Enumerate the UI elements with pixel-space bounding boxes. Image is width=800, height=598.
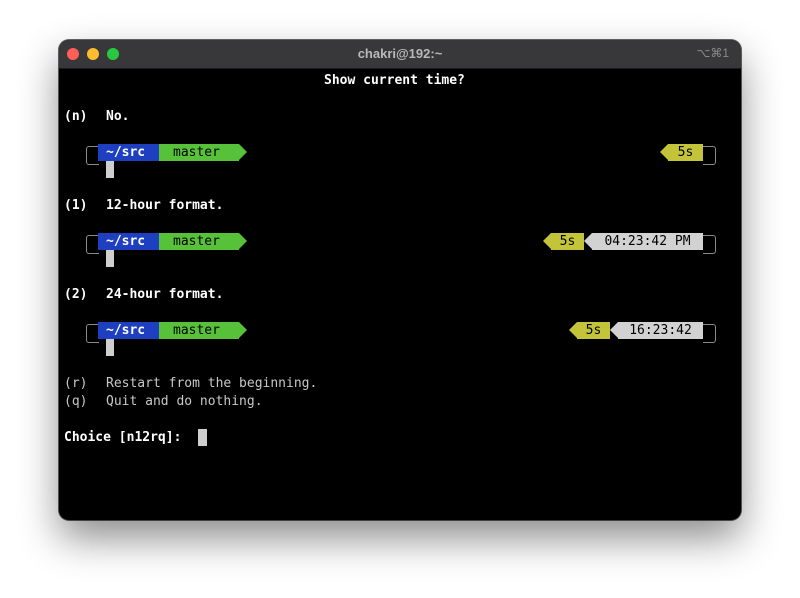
window-title: chakri@192:~ [357, 46, 443, 61]
input-cursor[interactable] [198, 429, 207, 446]
option-label: No. [106, 109, 130, 124]
tab-shortcut: ⌥⌘1 [696, 46, 729, 60]
branch-segment: master [159, 144, 239, 161]
prompt-frame-right [703, 235, 716, 254]
dir-segment: ~/src [98, 233, 167, 250]
branch-segment: master [159, 233, 239, 250]
time-segment: 16:23:42 [618, 322, 703, 339]
option-label: 12-hour format. [106, 198, 224, 213]
dir-segment: ~/src [98, 144, 167, 161]
segment-separator [660, 144, 668, 160]
choice-prompt: Choice [n12rq]: [64, 430, 182, 445]
terminal-window: chakri@192:~ ⌥⌘1 Show current time? (n) … [59, 40, 741, 520]
segment-separator [239, 233, 247, 249]
segment-separator [239, 144, 247, 160]
segment-separator [584, 233, 592, 249]
cursor [106, 161, 114, 178]
segment-separator [239, 322, 247, 338]
terminal-output[interactable]: Show current time? (n) No. ~/src master … [59, 68, 741, 520]
prompt-frame-right [703, 146, 716, 165]
cursor [106, 250, 114, 267]
title-bar: chakri@192:~ ⌥⌘1 [59, 40, 741, 69]
option-label: 24-hour format. [106, 287, 224, 302]
branch-segment: master [159, 322, 239, 339]
restart-option-label: Restart from the beginning. [106, 376, 318, 391]
segment-separator [610, 322, 618, 338]
duration-segment: 5s [551, 233, 584, 250]
option-key: (q) [64, 394, 88, 409]
segment-separator [569, 322, 577, 338]
dir-segment: ~/src [98, 322, 167, 339]
prompt-frame-right [703, 324, 716, 343]
segment-separator [543, 233, 551, 249]
quit-option-label: Quit and do nothing. [106, 394, 263, 409]
time-segment: 04:23:42 PM [592, 233, 703, 250]
wizard-heading: Show current time? [324, 73, 465, 88]
option-key: (2) [64, 287, 88, 302]
option-key: (1) [64, 198, 88, 213]
cursor [106, 339, 114, 356]
duration-segment: 5s [668, 144, 703, 161]
option-key: (r) [64, 376, 88, 391]
option-key: (n) [64, 109, 88, 124]
duration-segment: 5s [577, 322, 610, 339]
